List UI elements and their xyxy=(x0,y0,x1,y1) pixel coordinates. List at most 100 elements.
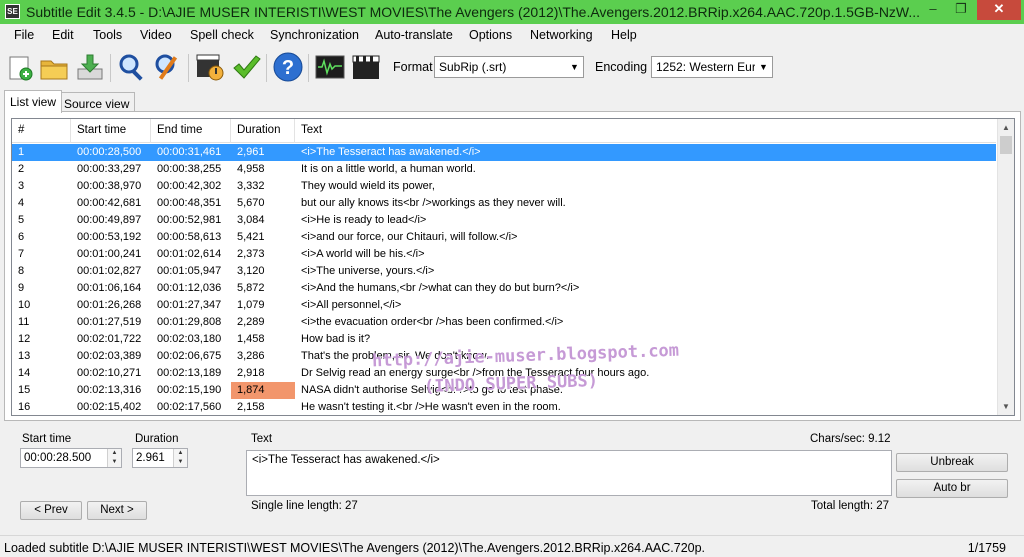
cell-start-time: 00:00:42,681 xyxy=(77,197,142,209)
menu-file[interactable]: File xyxy=(14,28,34,42)
visual-sync-icon[interactable] xyxy=(194,51,226,83)
format-dropdown[interactable]: SubRip (.srt) ▼ xyxy=(434,56,584,78)
menu-edit[interactable]: Edit xyxy=(52,28,74,42)
table-row[interactable]: 4 00:00:42,681 00:00:48,351 5,670 but our al… xyxy=(12,195,996,212)
table-row[interactable]: 11 00:01:27,519 00:01:29,808 2,289 <i>the ev… xyxy=(12,314,996,331)
column-header-text[interactable]: Text xyxy=(295,119,996,143)
chevron-down-icon: ▼ xyxy=(566,57,583,77)
vertical-scrollbar[interactable]: ▲ ▼ xyxy=(997,119,1014,415)
cell-start-time: 00:00:49,897 xyxy=(77,214,142,226)
cell-number: 14 xyxy=(18,367,31,379)
video-clapper-icon[interactable] xyxy=(350,51,382,83)
tab-source-view[interactable]: Source view xyxy=(58,92,136,113)
close-button[interactable]: ✕ xyxy=(977,0,1021,20)
menu-auto-translate[interactable]: Auto-translate xyxy=(375,28,453,42)
find-icon[interactable] xyxy=(116,51,148,83)
start-time-value: 00:00:28.500 xyxy=(24,452,92,464)
format-value: SubRip (.srt) xyxy=(439,60,507,74)
table-row[interactable]: 10 00:01:26,268 00:01:27,347 1,079 <i>All pe… xyxy=(12,297,996,314)
cell-end-time: 00:02:03,180 xyxy=(157,333,222,345)
table-row[interactable]: 5 00:00:49,897 00:00:52,981 3,084 <i>He is r… xyxy=(12,212,996,229)
table-row[interactable]: 16 00:02:15,402 00:02:17,560 2,158 He wasn't… xyxy=(12,399,996,415)
cell-number: 8 xyxy=(18,265,25,277)
table-row[interactable]: 8 00:01:02,827 00:01:05,947 3,120 <i>The uni… xyxy=(12,263,996,280)
cell-duration: 2,289 xyxy=(237,316,265,328)
table-row[interactable]: 3 00:00:38,970 00:00:42,302 3,332 They would… xyxy=(12,178,996,195)
cell-end-time: 00:02:13,189 xyxy=(157,367,222,379)
spell-check-icon[interactable] xyxy=(230,51,262,83)
cell-number: 13 xyxy=(18,350,31,362)
next-button[interactable]: Next > xyxy=(87,501,147,520)
cell-duration: 2,961 xyxy=(237,146,265,158)
cell-number: 2 xyxy=(18,163,25,175)
save-download-icon[interactable] xyxy=(74,51,106,83)
table-row[interactable]: 9 00:01:06,164 00:01:12,036 5,872 <i>And the… xyxy=(12,280,996,297)
column-header-number[interactable]: # xyxy=(12,119,71,143)
table-row[interactable]: 7 00:01:00,241 00:01:02,614 2,373 <i>A world… xyxy=(12,246,996,263)
waveform-icon[interactable] xyxy=(314,51,346,83)
cell-end-time: 00:02:06,675 xyxy=(157,350,222,362)
menu-bar: File Edit Tools Video Spell check Synchr… xyxy=(0,24,1024,46)
scroll-down-icon[interactable]: ▼ xyxy=(998,398,1014,415)
cell-number: 5 xyxy=(18,214,25,226)
auto-br-button[interactable]: Auto br xyxy=(896,479,1008,498)
chars-per-second: Chars/sec: 9.12 xyxy=(810,433,891,445)
prev-button[interactable]: < Prev xyxy=(20,501,82,520)
duration-value: 2.961 xyxy=(136,452,165,464)
cell-start-time: 00:01:00,241 xyxy=(77,248,142,260)
cell-duration: 1,458 xyxy=(237,333,265,345)
menu-video[interactable]: Video xyxy=(140,28,172,42)
cell-number: 12 xyxy=(18,333,31,345)
subtitle-text-input[interactable]: <i>The Tesseract has awakened.</i> xyxy=(246,450,892,496)
new-file-icon[interactable] xyxy=(4,51,36,83)
start-time-input[interactable]: 00:00:28.500 ▲ ▼ xyxy=(20,448,122,468)
cell-start-time: 00:00:33,297 xyxy=(77,163,142,175)
duration-input[interactable]: 2.961 ▲ ▼ xyxy=(132,448,188,468)
cell-text: <i>And the humans,<br />what can they do… xyxy=(301,282,580,294)
maximize-button[interactable]: ❐ xyxy=(948,0,974,20)
scroll-up-icon[interactable]: ▲ xyxy=(998,119,1014,136)
start-time-label: Start time xyxy=(22,433,72,445)
cell-start-time: 00:01:27,519 xyxy=(77,316,142,328)
menu-spell-check[interactable]: Spell check xyxy=(190,28,254,42)
table-row[interactable]: 6 00:00:53,192 00:00:58,613 5,421 <i>and our… xyxy=(12,229,996,246)
menu-options[interactable]: Options xyxy=(469,28,512,42)
scroll-thumb[interactable] xyxy=(1000,136,1012,154)
cell-duration: 1,079 xyxy=(237,299,265,311)
text-label: Text xyxy=(251,433,273,445)
tab-list-view[interactable]: List view xyxy=(4,90,63,113)
encoding-dropdown[interactable]: 1252: Western Eurc ▼ xyxy=(651,56,773,78)
encoding-label: Encoding xyxy=(595,60,648,74)
minimize-button[interactable]: – xyxy=(920,0,946,20)
column-header-end-time[interactable]: End time xyxy=(151,119,231,143)
column-header-duration[interactable]: Duration xyxy=(231,119,295,143)
duration-stepper[interactable]: ▲ ▼ xyxy=(173,449,187,467)
column-header-start-time[interactable]: Start time xyxy=(71,119,151,143)
subtitle-grid[interactable]: # Start time End time Duration Text 1 00:… xyxy=(11,118,1015,416)
cell-end-time: 00:01:27,347 xyxy=(157,299,222,311)
menu-networking[interactable]: Networking xyxy=(530,28,593,42)
menu-tools[interactable]: Tools xyxy=(93,28,122,42)
cell-text: <i>the evacuation order<br />has been co… xyxy=(301,316,564,328)
duration-label: Duration xyxy=(135,433,179,445)
cell-end-time: 00:00:58,613 xyxy=(157,231,222,243)
start-time-stepper[interactable]: ▲ ▼ xyxy=(107,449,121,467)
cell-text: NASA didn't authorise Selvig<br />to go … xyxy=(301,384,563,396)
table-row[interactable]: 1 00:00:28,500 00:00:31,461 2,961 <i>The Tes… xyxy=(12,144,996,161)
help-icon[interactable]: ? xyxy=(272,51,304,83)
cell-text: <i>A world will be his.</i> xyxy=(301,248,425,260)
table-row[interactable]: 2 00:00:33,297 00:00:38,255 4,958 It is on a… xyxy=(12,161,996,178)
toolbar-separator xyxy=(308,54,309,82)
cell-end-time: 00:00:31,461 xyxy=(157,146,222,158)
status-text: Loaded subtitle D:\AJIE MUSER INTERISTI\… xyxy=(4,541,704,555)
replace-icon[interactable] xyxy=(152,51,184,83)
menu-help[interactable]: Help xyxy=(611,28,637,42)
unbreak-button[interactable]: Unbreak xyxy=(896,453,1008,472)
open-folder-icon[interactable] xyxy=(38,51,70,83)
table-row[interactable]: 12 00:02:01,722 00:02:03,180 1,458 How bad i… xyxy=(12,331,996,348)
cell-duration: 3,120 xyxy=(237,265,265,277)
cell-end-time: 00:01:29,808 xyxy=(157,316,222,328)
cell-start-time: 00:00:28,500 xyxy=(77,146,142,158)
menu-synchronization[interactable]: Synchronization xyxy=(270,28,359,42)
window-title: Subtitle Edit 3.4.5 - D:\AJIE MUSER INTE… xyxy=(26,4,921,20)
